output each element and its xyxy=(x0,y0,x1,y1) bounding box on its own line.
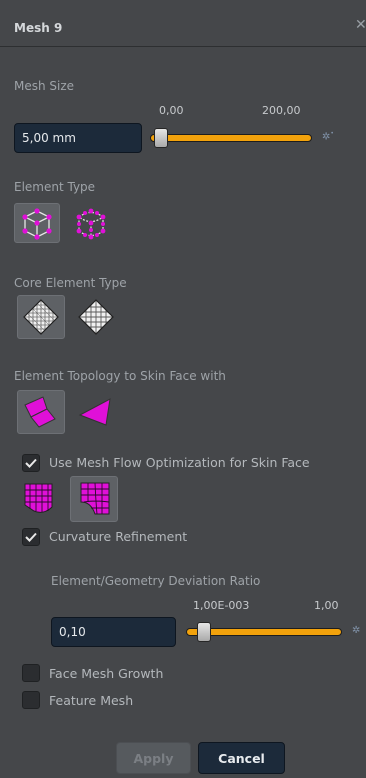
close-icon[interactable]: ✕ xyxy=(355,17,366,33)
curvature-checkbox[interactable] xyxy=(22,528,40,546)
topology-quad-tri-button[interactable] xyxy=(17,390,65,434)
quad-tri-icon xyxy=(24,396,56,428)
mesh-flow-grid-button[interactable] xyxy=(17,477,65,521)
panel-title: Mesh 9 xyxy=(14,21,63,35)
topology-label: Element Topology to Skin Face with xyxy=(14,369,226,383)
mesh-size-slider-thumb[interactable] xyxy=(153,128,168,148)
mesh-size-label: Mesh Size xyxy=(14,79,75,93)
flow-grid-curved-icon xyxy=(80,482,110,515)
triangle-icon xyxy=(78,398,111,426)
feature-mesh-checkbox[interactable] xyxy=(22,691,40,709)
checkmark-icon xyxy=(25,532,37,542)
element-type-hex-rounded-button[interactable] xyxy=(68,203,114,243)
core-element-coarse-button[interactable] xyxy=(72,295,120,339)
deviation-slider[interactable] xyxy=(186,619,342,645)
hex-cube-icon xyxy=(22,208,52,240)
header-divider xyxy=(0,46,366,47)
mesh-size-max-label: 200,00 xyxy=(262,104,301,117)
mesh-flow-curved-button[interactable] xyxy=(70,476,118,522)
mesh-size-slider[interactable] xyxy=(150,125,312,151)
flow-grid-icon xyxy=(24,483,53,513)
mesh-size-slider-track xyxy=(150,134,312,142)
apply-button[interactable]: Apply xyxy=(116,742,191,774)
deviation-label: Element/Geometry Deviation Ratio xyxy=(51,574,261,588)
face-mesh-growth-checkbox[interactable] xyxy=(22,664,40,682)
mesh-size-input[interactable]: 5,00 mm xyxy=(14,123,142,153)
element-type-label: Element Type xyxy=(14,180,96,194)
element-type-hex-button[interactable] xyxy=(14,203,60,243)
mesh-size-min-label: 0,00 xyxy=(159,104,184,117)
mesh-flow-label: Use Mesh Flow Optimization for Skin Face xyxy=(49,455,310,470)
deviation-gear-icon[interactable]: ✲ xyxy=(352,625,360,636)
mesh-size-gear-icon[interactable]: ✲• xyxy=(322,130,334,142)
mesh-flow-checkbox[interactable] xyxy=(22,454,40,472)
feature-mesh-label: Feature Mesh xyxy=(49,693,134,708)
curvature-label: Curvature Refinement xyxy=(49,529,188,544)
checkmark-icon xyxy=(25,458,37,468)
diamond-mesh-fine-icon xyxy=(23,299,59,335)
diamond-mesh-coarse-icon xyxy=(78,299,114,335)
deviation-min-label: 1,00E-003 xyxy=(193,599,250,612)
face-mesh-growth-label: Face Mesh Growth xyxy=(49,666,164,681)
deviation-max-label: 1,00 xyxy=(314,599,339,612)
deviation-input[interactable]: 0,10 xyxy=(51,617,176,647)
core-element-type-label: Core Element Type xyxy=(14,276,127,290)
deviation-slider-thumb[interactable] xyxy=(197,622,212,642)
cancel-button[interactable]: Cancel xyxy=(198,742,285,774)
core-element-fine-button[interactable] xyxy=(17,295,65,339)
hex-cube-rounded-icon xyxy=(76,208,106,240)
topology-triangle-button[interactable] xyxy=(72,390,120,434)
